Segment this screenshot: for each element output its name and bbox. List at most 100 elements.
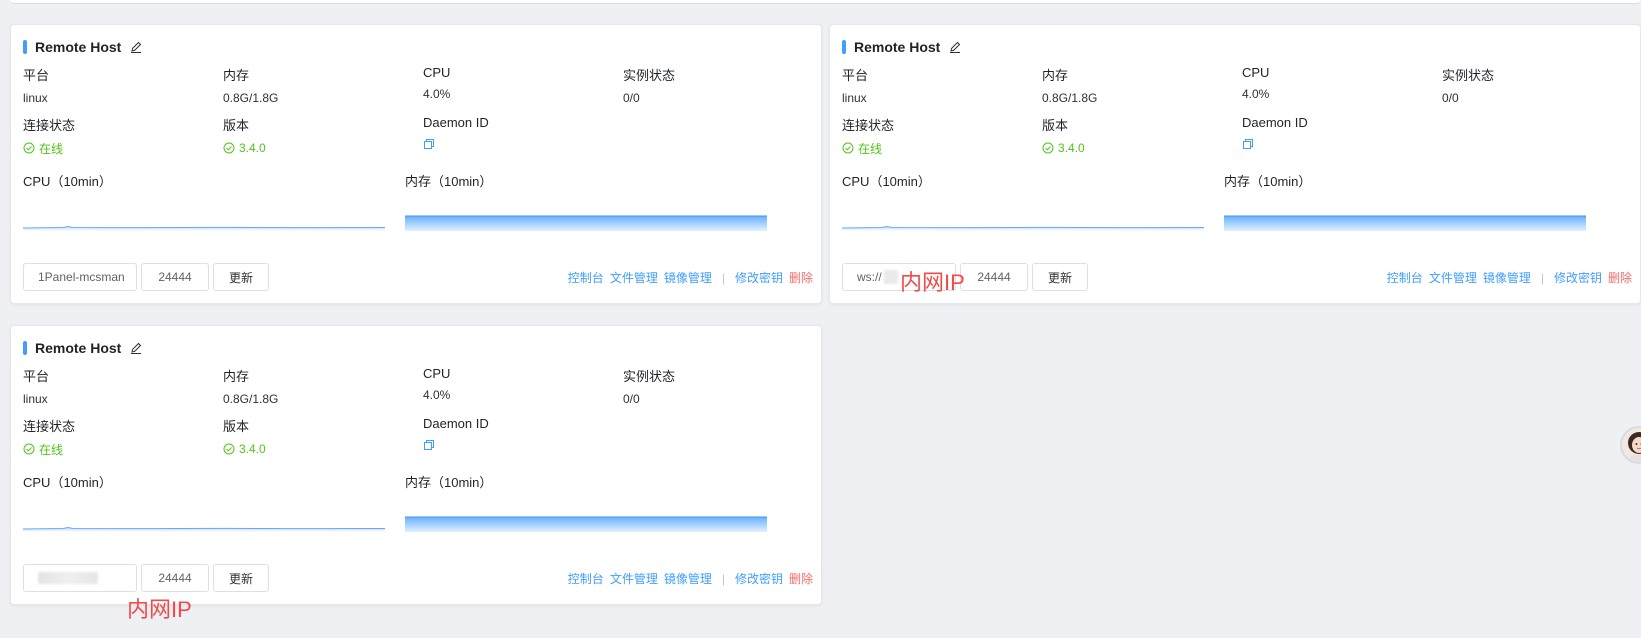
file-manager-link[interactable]: 文件管理 [1429,269,1477,286]
daemon-id-value [423,437,489,453]
check-circle-icon [1042,142,1054,154]
platform-label: 平台 [23,68,50,83]
update-button[interactable]: 更新 [1032,263,1088,291]
memory-sparkline [405,215,767,231]
daemon-id-label: Daemon ID [423,416,489,431]
cpu-value: 4.0% [423,87,451,101]
memory-label: 内存 [1042,68,1069,83]
check-circle-icon [223,443,235,455]
version-label: 版本 [223,419,250,434]
instances-value: 0/0 [623,392,640,406]
cpu-sparkline [842,225,1204,231]
delete-link[interactable]: 删除 [789,269,813,286]
assistant-avatar[interactable] [1620,426,1641,464]
connection-value: 在线 [39,442,64,457]
copy-icon[interactable] [423,138,435,150]
image-manager-link[interactable]: 镜像管理 [664,570,712,587]
instances-value: 0/0 [1442,91,1459,105]
edit-icon[interactable] [129,40,143,54]
change-key-link[interactable]: 修改密钥 [735,570,783,587]
instances-label: 实例状态 [623,68,676,83]
cpu-chart-title: CPU（10min） [23,475,112,490]
version-status: 3.4.0 [223,441,266,457]
divider: | [721,571,725,586]
memory-chart-title: 内存（10min） [405,475,493,490]
delete-link[interactable]: 删除 [789,570,813,587]
remote-host-card: Remote Host 平台 linux 内存 0.8G/1.8G CPU 4.0% … [829,24,1641,304]
version-value: 3.4.0 [239,141,266,155]
update-button[interactable]: 更新 [213,564,269,592]
console-link[interactable]: 控制台 [568,570,604,587]
change-key-link[interactable]: 修改密钥 [1554,269,1602,286]
card-header: Remote Host [23,37,143,57]
platform-value: linux [23,91,48,105]
memory-sparkline [1224,215,1586,231]
cpu-value: 4.0% [1242,87,1270,101]
version-value: 3.4.0 [239,442,266,456]
memory-label: 内存 [223,68,250,83]
connection-label: 连接状态 [23,419,76,434]
card-footer: 24444 更新 控制台 文件管理 镜像管理 | 修改密钥 删除 [23,564,813,594]
copy-icon[interactable] [1242,138,1254,150]
platform-value: linux [842,91,867,105]
check-circle-icon [23,443,35,455]
card-title: Remote Host [35,340,122,356]
memory-chart-title: 内存（10min） [405,174,493,189]
cpu-value: 4.0% [423,388,451,402]
memory-chart-title: 内存（10min） [1224,174,1312,189]
action-links: 控制台 文件管理 镜像管理 | 修改密钥 删除 [562,269,813,286]
edit-icon[interactable] [129,341,143,355]
image-manager-link[interactable]: 镜像管理 [1483,269,1531,286]
card-title: Remote Host [35,39,122,55]
remote-host-card: Remote Host 平台 linux 内存 0.8G/1.8G CPU 4.0% … [10,325,822,605]
cpu-sparkline [23,225,385,231]
connection-status: 在线 [842,140,894,156]
port-input[interactable]: 24444 [960,263,1028,291]
copy-icon[interactable] [423,439,435,451]
delete-link[interactable]: 删除 [1608,269,1632,286]
title-accent-bar [23,341,27,355]
platform-label: 平台 [23,369,50,384]
update-button[interactable]: 更新 [213,263,269,291]
card-header: Remote Host [842,37,962,57]
edit-icon[interactable] [948,40,962,54]
address-input[interactable]: 1Panel-mcsman [23,263,137,291]
daemon-id-value [423,136,489,152]
daemon-id-value [1242,136,1308,152]
console-link[interactable]: 控制台 [568,269,604,286]
action-links: 控制台 文件管理 镜像管理 | 修改密钥 删除 [562,570,813,587]
connection-status: 在线 [23,441,75,457]
cpu-sparkline [23,526,385,532]
memory-sparkline [405,516,767,532]
instances-label: 实例状态 [623,369,676,384]
action-links: 控制台 文件管理 镜像管理 | 修改密钥 删除 [1381,269,1632,286]
cpu-label: CPU [423,65,451,80]
image-manager-link[interactable]: 镜像管理 [664,269,712,286]
title-accent-bar [23,40,27,54]
port-input[interactable]: 24444 [141,263,209,291]
connection-status: 在线 [23,140,75,156]
card-header: Remote Host [23,338,143,358]
address-input[interactable] [23,564,137,592]
connection-label: 连接状态 [842,118,895,133]
memory-value: 0.8G/1.8G [223,91,279,105]
file-manager-link[interactable]: 文件管理 [610,269,658,286]
title-accent-bar [842,40,846,54]
console-link[interactable]: 控制台 [1387,269,1423,286]
cpu-chart-title: CPU（10min） [842,174,931,189]
version-label: 版本 [223,118,250,133]
remote-host-card: Remote Host 平台 linux 内存 0.8G/1.8G CPU 4.0% … [10,24,822,304]
file-manager-link[interactable]: 文件管理 [610,570,658,587]
connection-value: 在线 [39,141,64,156]
divider: | [721,270,725,285]
daemon-id-label: Daemon ID [423,115,489,130]
port-input[interactable]: 24444 [141,564,209,592]
avatar-face-icon [1628,432,1641,462]
redacted-address [883,270,898,284]
memory-value: 0.8G/1.8G [223,392,279,406]
instances-value: 0/0 [623,91,640,105]
version-label: 版本 [1042,118,1069,133]
version-status: 3.4.0 [223,140,266,156]
change-key-link[interactable]: 修改密钥 [735,269,783,286]
daemon-id-label: Daemon ID [1242,115,1308,130]
